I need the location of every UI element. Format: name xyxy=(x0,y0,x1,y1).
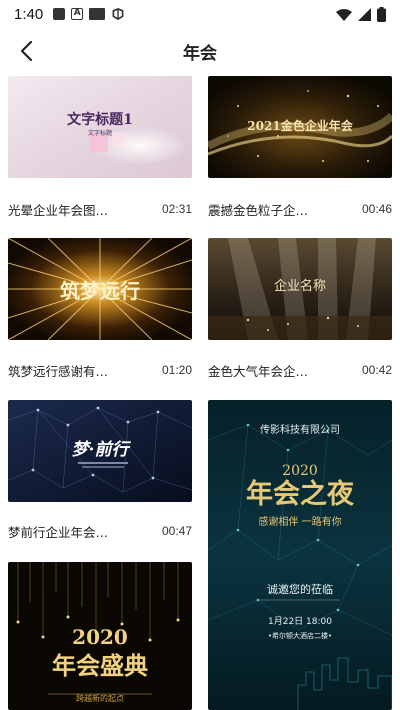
video-duration: 02:31 xyxy=(161,202,192,216)
slogan-text: 感谢相伴 一路有你 xyxy=(258,515,341,528)
video-card[interactable]: 梦·前行 梦前行企业年会… 00:47 xyxy=(8,400,192,548)
tagline-text: 跨越新的起点 xyxy=(76,693,124,703)
thumbnail-art: 筑梦远行 xyxy=(8,238,192,340)
video-card[interactable]: 2021金色企业年会 震撼金色粒子企… 00:46 xyxy=(208,76,392,224)
year-text: 2020 xyxy=(282,463,318,479)
video-duration: 00:47 xyxy=(161,524,192,538)
video-card[interactable]: 2020 年会盛典 跨越新的起点 xyxy=(8,562,192,710)
video-caption: 金色大气年会企… 00:42 xyxy=(208,359,392,381)
overlay-text: 年会盛典 xyxy=(52,651,148,680)
video-duration: 00:46 xyxy=(361,202,392,216)
video-card[interactable]: 企业名称 金色大气年会企… 00:42 xyxy=(208,238,392,386)
date-text: 1月22日 18:00 xyxy=(268,616,332,627)
overlay-text: 年会之夜 xyxy=(246,478,355,510)
video-title: 筑梦远行感谢有… xyxy=(8,363,109,379)
video-duration: 00:42 xyxy=(361,363,392,377)
status-bar: 1:40 A xyxy=(0,0,400,28)
video-thumbnail[interactable]: 文字标题1 文字标题 xyxy=(8,76,192,178)
overlay-subtext: 文字标题 xyxy=(88,129,112,137)
video-caption: 震撼金色粒子企… 00:46 xyxy=(208,198,392,220)
video-title: 震撼金色粒子企… xyxy=(208,202,309,218)
notification-icon xyxy=(53,8,66,20)
thumbnail-art: 文字标题1 文字标题 xyxy=(8,76,192,178)
signal-icon xyxy=(358,7,371,21)
video-thumbnail[interactable]: 筑梦远行 xyxy=(8,238,192,340)
thumbnail-art: 企业名称 xyxy=(208,238,392,340)
chevron-left-icon xyxy=(20,40,33,62)
status-system xyxy=(336,6,386,22)
video-thumbnail[interactable]: 2021金色企业年会 xyxy=(208,76,392,178)
store-icon xyxy=(89,8,106,20)
video-title: 光晕企业年会图… xyxy=(8,202,109,218)
video-thumbnail[interactable]: 梦·前行 xyxy=(8,400,192,502)
overlay-text: 文字标题1 xyxy=(67,111,133,128)
invite-text: 诚邀您的莅临 xyxy=(267,582,333,596)
video-thumbnail[interactable]: 企业名称 xyxy=(208,238,392,340)
back-button[interactable] xyxy=(10,34,44,68)
video-caption: 光晕企业年会图… 02:31 xyxy=(8,198,192,220)
overlay-text: 2021金色企业年会 xyxy=(247,118,353,133)
thumbnail-art: 2020 年会盛典 跨越新的起点 xyxy=(8,562,192,710)
video-thumbnail[interactable]: 2020 年会盛典 跨越新的起点 xyxy=(8,562,192,710)
video-caption: 梦前行企业年会… 00:47 xyxy=(8,520,192,542)
overlay-text: 梦·前行 xyxy=(72,440,132,460)
video-thumbnail[interactable]: 传影科技有限公司 2020 年会之夜 感谢相伴 一路有你 诚邀您的莅临 1月22… xyxy=(208,400,392,710)
video-card[interactable]: 筑梦远行 筑梦远行感谢有… 01:20 xyxy=(8,238,192,386)
wifi-icon xyxy=(336,8,352,21)
thumbnail-art: 2021金色企业年会 xyxy=(208,76,392,178)
video-duration: 01:20 xyxy=(161,363,192,377)
video-card[interactable]: 传影科技有限公司 2020 年会之夜 感谢相伴 一路有你 诚邀您的莅临 1月22… xyxy=(208,400,392,710)
bird-icon xyxy=(112,8,124,20)
video-card[interactable]: 文字标题1 文字标题 光晕企业年会图… 02:31 xyxy=(8,76,192,224)
thumbnail-art: 梦·前行 xyxy=(8,400,192,502)
battery-icon xyxy=(377,6,386,22)
overlay-text: 企业名称 xyxy=(274,278,326,294)
status-notifications: A xyxy=(53,8,125,20)
a-icon: A xyxy=(71,8,84,20)
video-title: 金色大气年会企… xyxy=(208,363,309,379)
year-text: 2020 xyxy=(72,625,128,649)
venue-text: •希尔顿大酒店二楼• xyxy=(268,631,332,640)
video-title: 梦前行企业年会… xyxy=(8,524,109,540)
status-time: 1:40 xyxy=(14,5,44,23)
company-name: 传影科技有限公司 xyxy=(260,423,340,436)
page-title: 年会 xyxy=(183,43,217,64)
video-caption: 筑梦远行感谢有… 01:20 xyxy=(8,359,192,381)
overlay-text: 筑梦远行 xyxy=(60,279,140,303)
thumbnail-art: 传影科技有限公司 2020 年会之夜 感谢相伴 一路有你 诚邀您的莅临 1月22… xyxy=(208,400,392,710)
app-header: 年会 xyxy=(0,30,400,72)
